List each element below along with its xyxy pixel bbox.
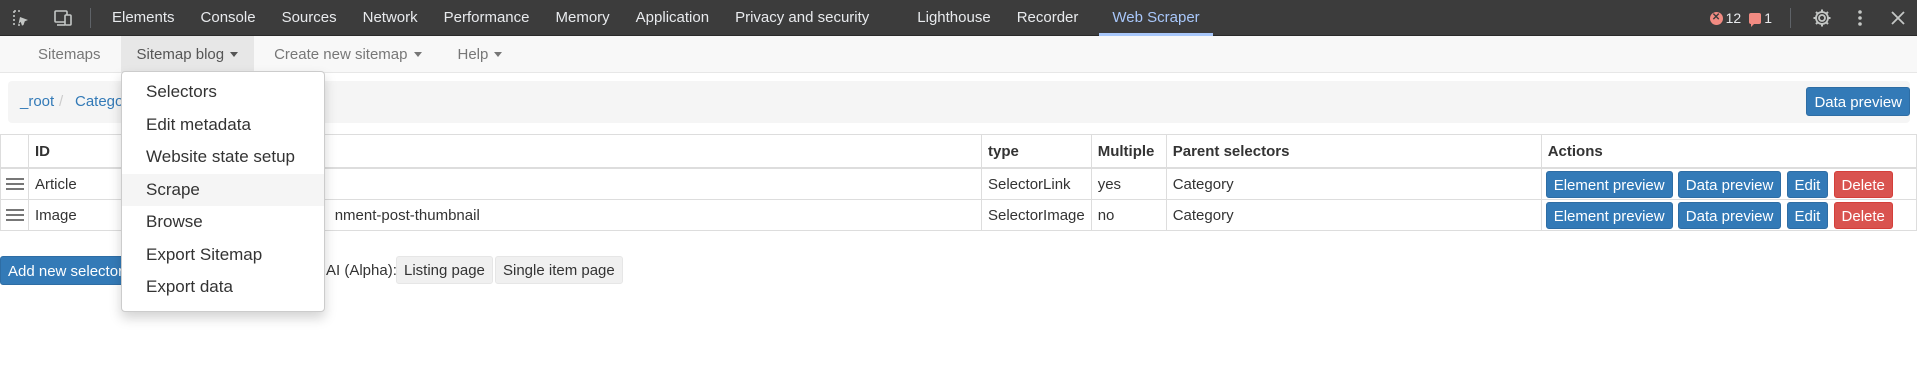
row-data-preview-button[interactable]: Data preview [1677,170,1782,198]
delete-button[interactable]: Delete [1833,201,1893,229]
issues-count: 1 [1764,10,1772,26]
error-icon: ✕ [1709,11,1723,25]
web-scraper-navbar: Sitemaps Sitemap blog Create new sitemap… [0,36,1917,73]
column-header-parent-selectors: Parent selectors [1165,134,1542,169]
column-header-multiple: Multiple [1090,134,1167,169]
menu-item-export-data[interactable]: Export data [122,271,324,304]
selector-id-text: Article [35,175,77,193]
single-item-page-button[interactable]: Single item page [495,256,623,284]
tab-recorder[interactable]: Recorder [1004,0,1092,36]
row-actions: Element preview Data preview Edit Delete [1540,167,1917,200]
selector-css: nment-post-thumbnail [334,206,480,224]
selector-type: SelectorLink [981,167,1092,200]
sitemap-dropdown-menu: Selectors Edit metadata Website state se… [121,71,325,312]
error-counter[interactable]: ✕ 12 1 [1709,10,1780,27]
caret-down-icon [494,51,503,57]
drag-handle-icon[interactable] [0,167,29,200]
selector-type: SelectorImage [981,199,1092,231]
nav-sitemaps[interactable]: Sitemaps [22,36,117,72]
selector-id-text: Image [35,206,77,224]
close-icon[interactable] [1887,7,1909,29]
tab-lighthouse[interactable]: Lighthouse [904,0,1003,36]
selector-parent: Category [1165,167,1542,200]
nav-sitemap-blog-label: Sitemap blog [136,45,225,63]
breadcrumb-root-link[interactable]: _root [20,93,54,110]
tab-sources[interactable]: Sources [269,0,350,36]
caret-down-icon [230,51,239,57]
menu-item-browse[interactable]: Browse [122,206,324,239]
menu-item-edit-metadata[interactable]: Edit metadata [122,109,324,142]
tab-web-scraper[interactable]: Web Scraper [1099,0,1213,36]
nav-create-new-sitemap-dropdown[interactable]: Create new sitemap [258,36,437,72]
element-preview-button[interactable]: Element preview [1545,170,1673,198]
toolbar-divider [90,7,91,28]
menu-item-scrape[interactable]: Scrape [122,173,324,206]
toolbar-divider [1790,8,1791,28]
devtools-tabs: Elements Console Sources Network Perform… [99,0,1213,36]
more-options-icon[interactable] [1849,7,1871,29]
tab-performance[interactable]: Performance [431,0,543,36]
column-header-actions: Actions [1540,134,1917,169]
menu-item-selectors[interactable]: Selectors [122,76,324,109]
edit-button[interactable]: Edit [1786,201,1829,229]
edit-button[interactable]: Edit [1786,170,1829,198]
tab-console[interactable]: Console [188,0,269,36]
ai-alpha-label: AI (Alpha): [326,262,397,279]
row-data-preview-button[interactable]: Data preview [1677,201,1782,229]
listing-page-button[interactable]: Listing page [396,256,493,284]
device-toolbar-icon[interactable] [50,5,76,31]
nav-help-label: Help [457,45,489,63]
inspect-element-icon[interactable] [8,5,34,31]
data-preview-button[interactable]: Data preview [1806,87,1910,116]
menu-item-website-state-setup[interactable]: Website state setup [122,141,324,174]
row-actions: Element preview Data preview Edit Delete [1540,199,1917,231]
menu-item-export-sitemap[interactable]: Export Sitemap [122,239,324,272]
delete-button[interactable]: Delete [1833,170,1893,198]
nav-sitemap-blog-dropdown[interactable]: Sitemap blog [120,36,255,72]
tab-application[interactable]: Application [623,0,722,36]
element-preview-button[interactable]: Element preview [1545,201,1673,229]
tab-network[interactable]: Network [350,0,431,36]
selector-multiple: yes [1090,167,1167,200]
selector-multiple: no [1090,199,1167,231]
tab-privacy-and-security[interactable]: Privacy and security [722,0,882,36]
issues-icon [1749,12,1762,27]
tab-memory[interactable]: Memory [543,0,623,36]
settings-gear-icon[interactable] [1811,7,1833,29]
error-count: 12 [1725,10,1742,26]
caret-down-icon [413,51,422,57]
tab-elements[interactable]: Elements [99,0,188,36]
devtools-right-controls: ✕ 12 1 [1709,0,1917,36]
nav-help-dropdown[interactable]: Help [442,36,519,72]
selector-parent: Category [1165,199,1542,231]
drag-column-header [0,134,29,169]
drag-handle-icon[interactable] [0,199,29,231]
add-new-selector-button[interactable]: Add new selector [0,256,132,285]
nav-create-new-sitemap-label: Create new sitemap [274,45,408,63]
breadcrumb-separator: / [59,93,64,110]
column-header-type: type [981,134,1092,169]
devtools-toolbar: Elements Console Sources Network Perform… [0,0,1917,36]
